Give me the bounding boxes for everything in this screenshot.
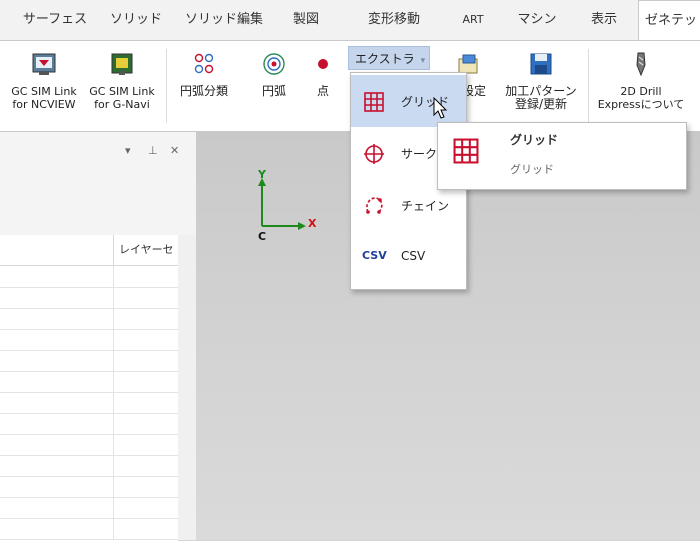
gc-sim-link-gnavi-button[interactable]: GC SIM Link for G-Navi <box>84 51 160 111</box>
pattern-register-button[interactable]: 加工パターン 登録/更新 <box>498 51 584 111</box>
gc-sim-gnavi-line1: GC SIM Link <box>89 85 155 98</box>
axis-x-label: X <box>308 217 317 230</box>
close-icon[interactable]: ✕ <box>170 144 179 157</box>
ribbon-separator <box>588 49 589 123</box>
tooltip-description: グリッド <box>510 163 554 176</box>
tab-solid-edit[interactable]: ソリッド編集 <box>180 0 268 40</box>
table-row[interactable] <box>0 497 178 519</box>
drill-icon <box>636 52 646 77</box>
about-line1: 2D Drill <box>620 85 662 98</box>
arc-classify-button[interactable]: 円弧分類 <box>172 51 236 98</box>
column-header-layerset[interactable]: レイヤーセ <box>113 235 174 265</box>
ribbon-tab-bar: サーフェス ソリッド ソリッド編集 製図 変形移動 ART マシン 表示 ゼネテ… <box>0 0 700 41</box>
arc-classify-icon <box>194 53 214 74</box>
mouse-cursor-icon <box>433 97 448 119</box>
tab-machine[interactable]: マシン <box>510 0 564 40</box>
pattern-line2: 登録/更新 <box>514 97 568 111</box>
tab-solid[interactable]: ソリッド <box>108 0 164 40</box>
table-row[interactable] <box>0 329 178 351</box>
tooltip-title: グリッド <box>510 133 559 147</box>
menu-item-circle-label: サーク <box>401 147 438 161</box>
grid-column-header: レイヤーセ <box>0 235 178 266</box>
table-row[interactable] <box>0 434 178 456</box>
concentric-circle-icon <box>263 53 285 75</box>
tab-surface[interactable]: サーフェス <box>22 0 88 40</box>
arc-classify-label: 円弧分類 <box>179 84 228 98</box>
panel-menu-icon[interactable]: ▾ <box>125 144 131 157</box>
gc-sim-gnavi-line2: for G-Navi <box>94 98 150 111</box>
tab-transform[interactable]: 変形移動 <box>356 0 432 40</box>
table-row[interactable] <box>0 413 178 435</box>
tab-genetech[interactable]: ゼネテッ <box>638 0 700 41</box>
table-row[interactable] <box>0 350 178 372</box>
axis-y-label: Y <box>258 168 266 181</box>
grid-icon <box>453 138 479 164</box>
chevron-down-icon: ▾ <box>420 56 426 66</box>
menu-item-chain-label: チェイン <box>401 199 450 213</box>
circle-target-icon <box>364 144 384 164</box>
extra-dropdown-button[interactable]: エクストラ ▾ <box>348 46 430 70</box>
point-label: 点 <box>316 84 329 98</box>
arc-label: 円弧 <box>261 84 286 98</box>
table-row[interactable] <box>0 455 178 477</box>
table-row[interactable] <box>0 266 178 288</box>
table-row[interactable] <box>0 392 178 414</box>
menu-item-csv-label: CSV <box>401 249 426 263</box>
table-row[interactable] <box>0 371 178 393</box>
gc-sim-ncview-line2: for NCVIEW <box>12 98 76 111</box>
table-row[interactable] <box>0 308 178 330</box>
pin-icon[interactable]: ⊥ <box>148 144 158 157</box>
extra-label: エクストラ <box>355 52 415 66</box>
about-2d-drill-button[interactable]: 2D Drill Expressについて <box>594 51 688 111</box>
tab-drafting[interactable]: 製図 <box>286 0 326 40</box>
table-row[interactable] <box>0 287 178 309</box>
point-icon <box>318 59 328 69</box>
gc-sim-ncview-icon <box>32 53 56 75</box>
gc-sim-gnavi-icon <box>111 53 133 75</box>
gc-sim-ncview-line1: GC SIM Link <box>11 85 77 98</box>
table-row[interactable] <box>0 518 178 540</box>
grid-icon <box>364 92 384 112</box>
menu-item-csv[interactable]: CSV CSV <box>351 231 466 283</box>
save-disk-icon <box>530 53 552 75</box>
ribbon-separator <box>166 49 167 123</box>
tab-view[interactable]: 表示 <box>584 0 624 40</box>
gc-sim-link-ncview-button[interactable]: GC SIM Link for NCVIEW <box>6 51 82 111</box>
table-row[interactable] <box>0 476 178 498</box>
csv-icon: CSV <box>362 249 387 262</box>
axis-c-label: C <box>258 230 267 243</box>
chain-icon <box>366 197 383 214</box>
point-button[interactable]: 点 <box>305 51 341 98</box>
panel-header: ▾ ⊥ ✕ <box>0 132 196 172</box>
grid-tooltip: グリッド グリッド <box>437 122 687 190</box>
tab-art[interactable]: ART <box>455 0 491 40</box>
panel-scrollbar[interactable] <box>178 235 196 540</box>
arc-button[interactable]: 円弧 <box>252 51 296 98</box>
about-line2: Expressについて <box>597 98 685 111</box>
